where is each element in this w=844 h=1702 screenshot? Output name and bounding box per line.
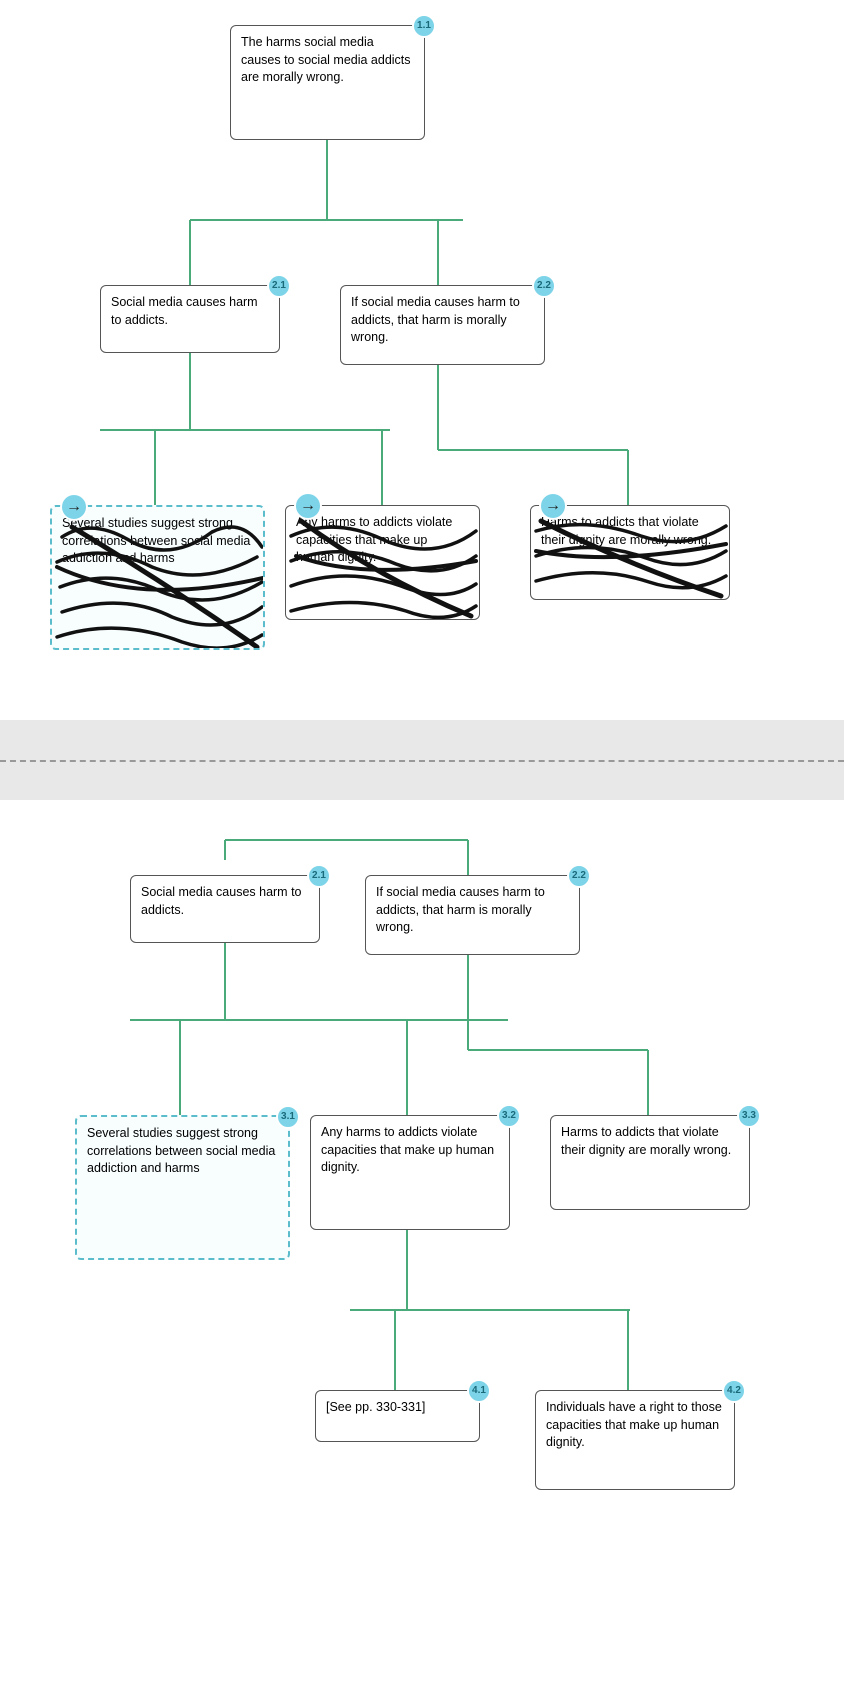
badge-3-1-bottom: 3.1	[276, 1105, 300, 1129]
badge-2-1-top: 2.1	[267, 274, 291, 298]
node-3-2-top: → Any harms to addicts violate capacitie…	[285, 505, 480, 620]
badge-4-2-bottom: 4.2	[722, 1379, 746, 1403]
node-1-1: 1.1 The harms social media causes to soc…	[230, 25, 425, 140]
divider-area	[0, 720, 844, 800]
node-3-1-top: → Several studies suggest strong correla…	[50, 505, 265, 650]
node-3-2-bottom: 3.2 Any harms to addicts violate capacit…	[310, 1115, 510, 1230]
node-2-2-bottom: 2.2 If social media causes harm to addic…	[365, 875, 580, 955]
badge-2-1-bottom: 2.1	[307, 864, 331, 888]
badge-3-3-bottom: 3.3	[737, 1104, 761, 1128]
badge-2-2-top: 2.2	[532, 274, 556, 298]
badge-3-2-bottom: 3.2	[497, 1104, 521, 1128]
arrow-badge-3-1-top: →	[60, 493, 88, 521]
node-3-3-bottom: 3.3 Harms to addicts that violate their …	[550, 1115, 750, 1210]
node-2-2-top: 2.2 If social media causes harm to addic…	[340, 285, 545, 365]
node-3-3-top: → Harms to addicts that violate their di…	[530, 505, 730, 600]
node-4-1-bottom: 4.1 [See pp. 330-331]	[315, 1390, 480, 1442]
node-4-2-bottom: 4.2 Individuals have a right to those ca…	[535, 1390, 735, 1490]
badge-2-2-bottom: 2.2	[567, 864, 591, 888]
arrow-badge-3-3-top: →	[539, 492, 567, 520]
arrow-badge-3-2-top: →	[294, 492, 322, 520]
node-2-1-top: 2.1 Social media causes harm to addicts.	[100, 285, 280, 353]
node-3-1-bottom: 3.1 Several studies suggest strong corre…	[75, 1115, 290, 1260]
badge-4-1-bottom: 4.1	[467, 1379, 491, 1403]
dashed-divider	[0, 760, 844, 762]
badge-1-1: 1.1	[412, 14, 436, 38]
node-2-1-bottom: 2.1 Social media causes harm to addicts.	[130, 875, 320, 943]
